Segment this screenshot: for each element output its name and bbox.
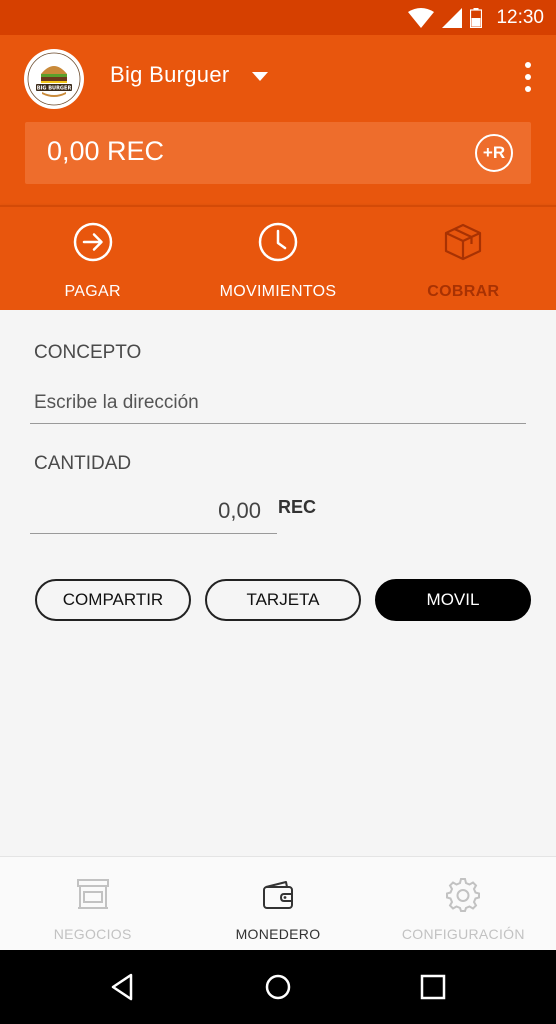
card-button[interactable]: TARJETA: [205, 579, 361, 621]
balance-amount: 0,00 REC: [47, 136, 165, 166]
amount-input[interactable]: [30, 488, 277, 534]
concept-input[interactable]: [30, 382, 526, 424]
nav-wallet[interactable]: MONEDERO: [185, 857, 370, 950]
clock-icon: [258, 222, 298, 262]
status-bar: 12:30: [0, 0, 556, 35]
share-button[interactable]: COMPARTIR: [35, 579, 191, 621]
collect-label: COBRAR: [427, 283, 500, 300]
menu-dot: [525, 74, 531, 80]
nav-settings-label: CONFIGURACIÓN: [401, 926, 525, 942]
status-time: 12:30: [496, 7, 544, 28]
wifi-icon: [408, 8, 435, 28]
movements-label: MOVIMIENTOS: [219, 283, 337, 300]
amount-unit: REC: [278, 497, 317, 517]
chevron-down-icon[interactable]: [250, 68, 270, 84]
svg-text:BIG BURGER: BIG BURGER: [37, 86, 72, 92]
collect-form: CONCEPTO CANTIDAD REC COMPARTIR TARJETA …: [0, 310, 556, 856]
concept-label: CONCEPTO: [34, 342, 142, 363]
system-navigation-bar: [0, 950, 556, 1024]
amount-label: CANTIDAD: [34, 453, 132, 474]
bottom-navigation: NEGOCIOS MONEDERO CONFIGURACIÓN: [0, 856, 556, 950]
collect-action[interactable]: COBRAR: [371, 207, 556, 310]
back-icon[interactable]: [108, 972, 138, 1002]
box-icon: [445, 223, 482, 261]
recharge-button[interactable]: +R: [475, 134, 513, 172]
status-icons: 12:30: [408, 6, 544, 30]
store-icon: [76, 879, 109, 909]
nav-wallet-label: MONEDERO: [235, 926, 321, 942]
pay-action[interactable]: PAGAR: [0, 207, 185, 310]
movements-action[interactable]: MOVIMIENTOS: [185, 207, 370, 310]
gear-icon: [446, 878, 481, 912]
mobile-button[interactable]: MOVIL: [375, 579, 531, 621]
pay-label: PAGAR: [64, 283, 121, 300]
battery-icon: [470, 8, 483, 28]
app-header: BIG BURGER Big Burguer 0,00 REC +R: [0, 35, 556, 205]
big-burger-logo: BIG BURGER: [25, 50, 83, 108]
balance-bar: 0,00 REC +R: [25, 122, 531, 184]
menu-dot: [525, 86, 531, 92]
action-bar: PAGAR MOVIMIENTOS COBRAR: [0, 205, 556, 310]
cell-signal-icon: [442, 8, 463, 28]
recents-icon[interactable]: [418, 972, 448, 1002]
menu-dot: [525, 62, 531, 68]
wallet-icon: [262, 881, 293, 909]
arrow-right-circle-icon: [73, 222, 112, 262]
nav-businesses[interactable]: NEGOCIOS: [0, 857, 185, 950]
business-name[interactable]: Big Burguer: [110, 62, 229, 88]
nav-businesses-label: NEGOCIOS: [53, 926, 132, 942]
home-icon[interactable]: [263, 972, 293, 1002]
more-vert-icon[interactable]: [520, 59, 536, 95]
nav-settings[interactable]: CONFIGURACIÓN: [371, 857, 556, 950]
business-avatar[interactable]: BIG BURGER: [24, 49, 84, 109]
